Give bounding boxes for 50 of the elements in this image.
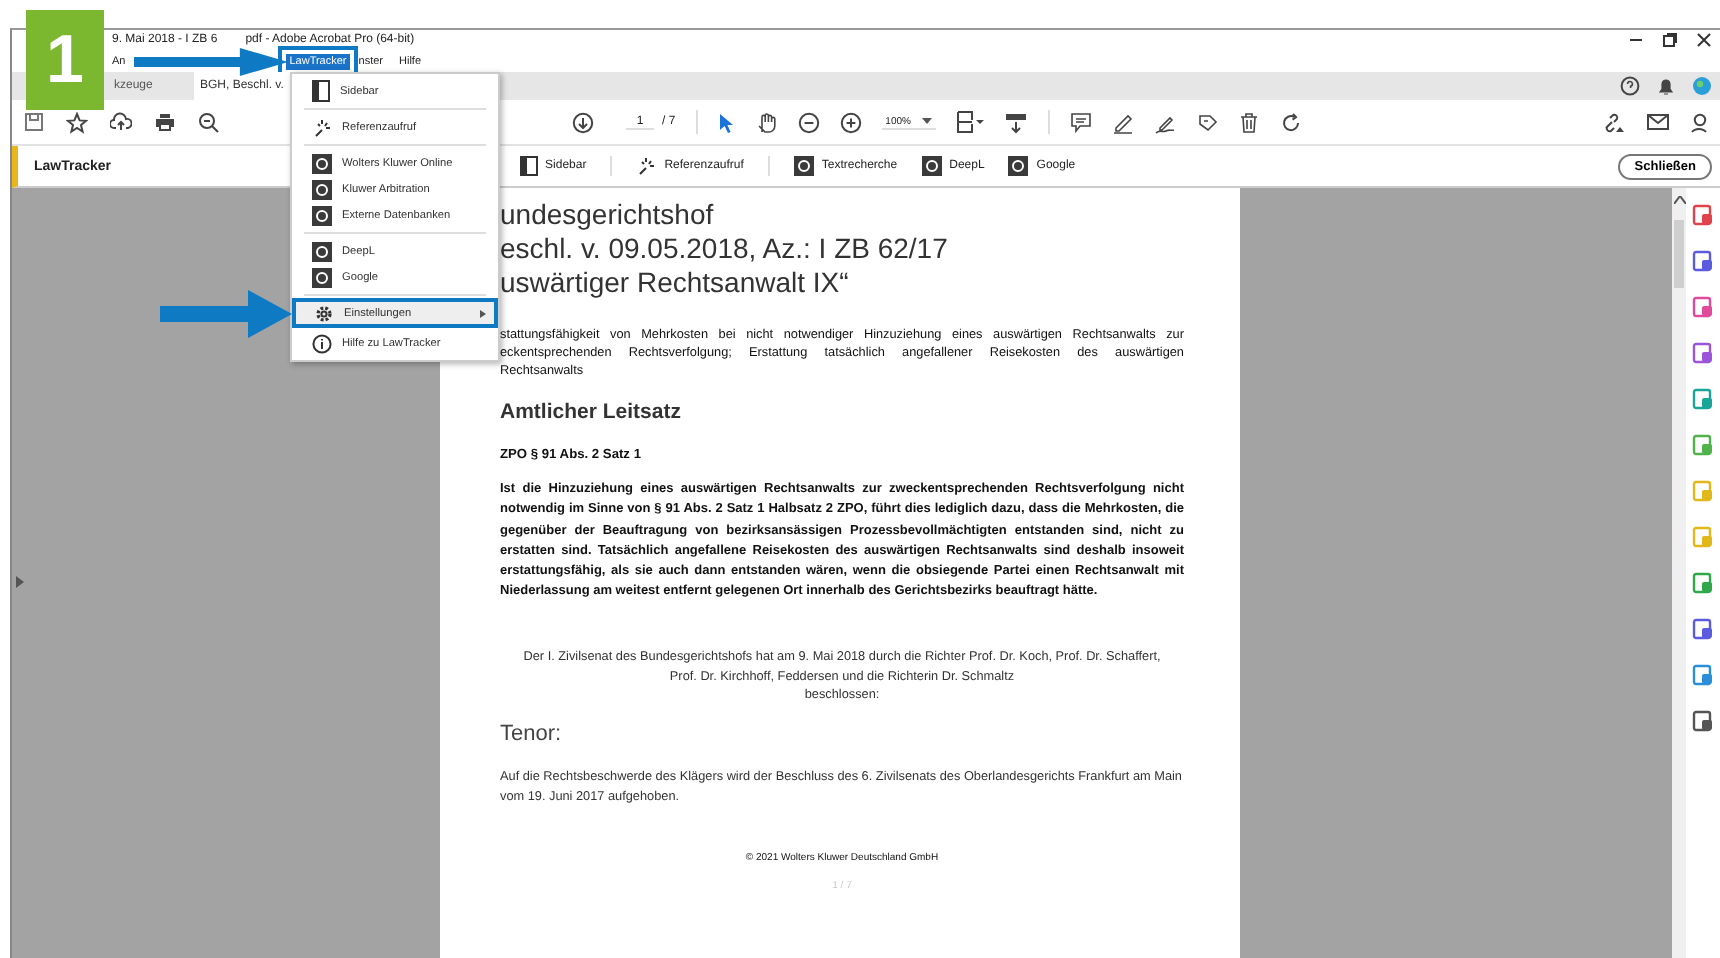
document-heading: undesgerichtshof xyxy=(500,198,716,232)
logo-icon xyxy=(312,205,332,225)
sparkle-icon xyxy=(636,156,657,176)
scroll-mode-icon[interactable] xyxy=(1004,111,1029,133)
restore-icon[interactable] xyxy=(1662,32,1678,48)
section-heading: Amtlicher Leitsatz xyxy=(500,400,683,424)
rotate-icon[interactable] xyxy=(1280,111,1303,133)
logo-icon xyxy=(312,267,332,287)
zoom-out-icon[interactable] xyxy=(797,111,820,133)
expand-handle-icon[interactable] xyxy=(16,576,24,588)
caret-icon xyxy=(922,117,933,125)
star-icon[interactable] xyxy=(66,111,88,133)
highlighter-icon[interactable] xyxy=(1112,111,1135,133)
mail-icon[interactable] xyxy=(1646,112,1670,132)
user-add-icon[interactable] xyxy=(1690,111,1712,133)
logo-icon xyxy=(793,156,814,176)
link-icon[interactable] xyxy=(1602,111,1626,133)
signature-icon[interactable] xyxy=(1154,111,1177,133)
logo-icon xyxy=(312,179,332,199)
scrollbar[interactable] xyxy=(1672,188,1686,958)
fit-page-icon[interactable] xyxy=(956,110,985,134)
zoom-in-icon[interactable] xyxy=(839,111,862,133)
download-icon[interactable] xyxy=(572,111,594,133)
sidebar-icon xyxy=(519,156,538,176)
sparkle-icon xyxy=(312,117,332,137)
bell-icon[interactable] xyxy=(1656,76,1676,96)
section-heading: Tenor: xyxy=(500,721,564,746)
print-icon[interactable] xyxy=(154,112,176,132)
step-badge: 1 xyxy=(26,10,104,110)
cursor-icon[interactable] xyxy=(717,111,736,133)
document-heading: uswärtiger Rechtsanwalt IX“ xyxy=(500,266,851,300)
info-icon xyxy=(312,333,332,353)
logo-icon xyxy=(312,153,332,173)
logo-icon xyxy=(1008,156,1029,176)
logo-icon xyxy=(921,156,942,176)
save-icon[interactable] xyxy=(24,112,44,132)
hand-icon[interactable] xyxy=(755,111,778,133)
close-icon[interactable] xyxy=(1696,32,1712,48)
sidebar-icon xyxy=(312,80,330,102)
document-heading: eschl. v. 09.05.2018, Az.: I ZB 62/17 xyxy=(500,232,950,266)
scroll-up-icon[interactable] xyxy=(1673,196,1685,204)
submenu-arrow-icon xyxy=(480,309,486,317)
scroll-thumb[interactable] xyxy=(1674,220,1684,288)
pointer-arrow xyxy=(160,290,292,338)
cloud-upload-icon[interactable] xyxy=(110,112,132,132)
settings-icon xyxy=(314,303,334,323)
trash-icon[interactable] xyxy=(1238,111,1261,133)
logo-icon xyxy=(312,241,332,261)
help-icon[interactable] xyxy=(1620,76,1640,96)
zoom-out-icon[interactable] xyxy=(198,111,220,133)
